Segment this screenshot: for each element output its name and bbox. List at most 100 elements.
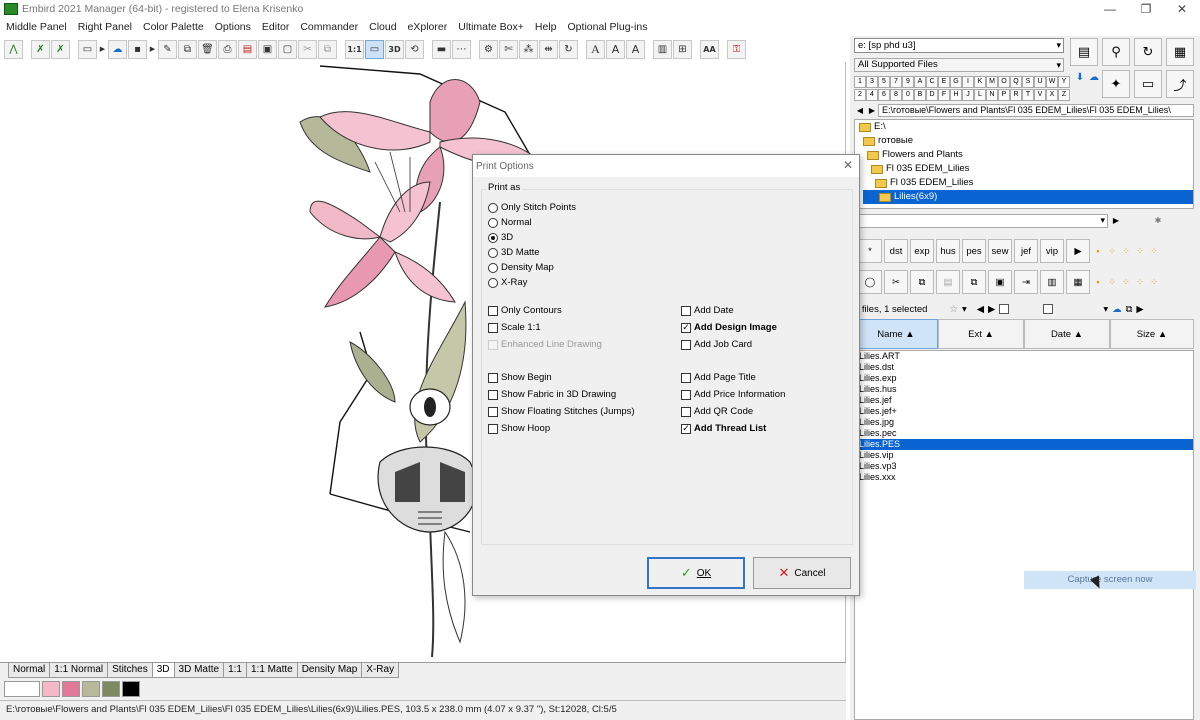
radio-x-ray[interactable]: X-Ray [488,277,527,288]
quick-filter-button[interactable]: 2 [854,89,866,101]
grid-dots-icon[interactable]: ⁘ [1148,239,1160,263]
column-ext[interactable]: Ext ▲ [938,319,1024,349]
tree-item[interactable]: E:\ [859,120,886,134]
font-a-alt-icon[interactable]: A [606,39,625,59]
refresh-icon[interactable]: ↻ [559,39,578,59]
check-show-floating-stitches[interactable]: Show Floating Stitches (Jumps) [488,406,635,417]
color-swatch[interactable] [82,681,100,697]
link-icon[interactable]: ⧉ [1126,304,1133,315]
open-folder-icon[interactable]: ▭ [78,39,97,59]
grid-dots-icon[interactable]: ⁘ [1106,239,1118,263]
filter-checkbox[interactable] [999,304,1010,314]
duplicate-icon[interactable]: ⧉ [318,39,337,59]
database-icon[interactable]: ▦ [1066,270,1090,294]
quick-filter-button[interactable]: B [914,89,926,101]
menu-editor[interactable]: Editor [262,21,289,33]
file-row[interactable]: Lilies.jef+ [855,406,1193,417]
cut-icon[interactable]: ✂ [884,270,908,294]
file-row[interactable]: Lilies.ART [855,351,1193,362]
check-show-fabric[interactable]: Show Fabric in 3D Drawing [488,389,616,400]
column-size[interactable]: Size ▲ [1110,319,1194,349]
menu-options[interactable]: Options [215,21,251,33]
grid-dots-icon[interactable]: ⁘ [1106,270,1118,294]
ext-exp-button[interactable]: exp [910,239,934,263]
quick-filter-button[interactable]: Q [1010,76,1022,88]
file-filter-select[interactable]: All Supported Files [854,58,1064,72]
check-add-job-card[interactable]: Add Job Card [681,339,752,350]
tab-3d[interactable]: 3D [151,663,175,678]
grid-dots-icon[interactable]: ▪ [1092,239,1104,263]
nav-right-icon[interactable]: ▶ [988,304,995,315]
radio-3d[interactable]: 3D [488,232,513,243]
quick-filter-button[interactable]: N [986,89,998,101]
grid-dots-icon[interactable]: ⁘ [1134,239,1146,263]
key-icon[interactable]: ⚿ [727,39,746,59]
color-swatch[interactable] [62,681,80,697]
split-icon[interactable]: ⇹ [539,39,558,59]
grid-dots-icon[interactable]: ▪ [1092,270,1104,294]
pdf-icon[interactable]: ▤ [238,39,257,59]
radio-circle[interactable] [488,217,498,228]
quick-filter-button[interactable]: H [950,89,962,101]
checkbox[interactable] [681,406,691,417]
checkbox[interactable] [681,339,691,350]
path-forward-icon[interactable]: ▶ [866,104,878,117]
ext-dst-button[interactable]: dst [884,239,908,263]
save-icon[interactable]: ▣ [988,270,1012,294]
color-swatch[interactable] [4,681,40,697]
paste-icon[interactable]: ▤ [936,270,960,294]
quick-filter-button[interactable]: V [1034,89,1046,101]
file-info-icon[interactable]: ▤ [1070,38,1098,66]
machine-icon[interactable]: ⚙ [479,39,498,59]
nav-left-icon[interactable]: ◀ [977,304,984,315]
file-row[interactable]: Lilies.vip [855,450,1193,461]
check-only-contours[interactable]: Only Contours [488,305,562,316]
cut-stitch-icon[interactable]: ✗ [31,39,50,59]
nav-right-icon[interactable]: ▶ [1136,304,1143,315]
tab-normal[interactable]: Normal [8,663,51,678]
file-row[interactable]: Lilies.dst [855,362,1193,373]
needle-icon[interactable]: ⁂ [519,39,538,59]
color-swatch[interactable] [102,681,120,697]
file-row[interactable]: Lilies.hus [855,384,1193,395]
drive-select[interactable]: e: [sp phd u3] [854,38,1064,53]
grid-dots-icon[interactable]: ⁘ [1134,270,1146,294]
stitch-icon[interactable]: ⋀ [4,39,23,59]
path-back-icon[interactable]: ◀ [854,104,866,117]
view-3d-button[interactable]: 3D [385,39,404,59]
tree-icon[interactable]: ⊞ [673,39,692,59]
file-row-selected[interactable]: Lilies.PES [855,439,1193,450]
check-add-date[interactable]: Add Date [681,305,734,316]
quick-filter-button[interactable]: T [1022,89,1034,101]
ext-all-button[interactable]: * [858,239,882,263]
checkbox-checked[interactable] [681,423,691,434]
quick-filter-button[interactable]: 0 [902,89,914,101]
export-icon[interactable]: ⇥ [1014,270,1038,294]
quick-filter-button[interactable]: L [974,89,986,101]
ok-button[interactable]: ✓ OK [647,557,745,589]
rotate-icon[interactable]: ⟲ [405,39,424,59]
dropdown-arrow-icon[interactable]: ▶ [148,40,157,59]
quick-filter-button[interactable]: J [962,89,974,101]
quick-filter-button[interactable]: 1 [854,76,866,88]
tab-stitches[interactable]: Stitches [107,663,153,678]
cloud-icon[interactable]: ☁ [1086,70,1102,84]
checkbox[interactable] [488,322,498,333]
ext-sew-button[interactable]: sew [988,239,1012,263]
file-row[interactable]: Lilies.jpg [855,417,1193,428]
scale-1-1-button[interactable]: 1:1 [345,39,364,59]
copy-icon[interactable]: ⧉ [178,39,197,59]
cloud-icon[interactable]: ☁ [108,39,127,59]
checkbox[interactable] [681,305,691,316]
radio-only-stitch-points[interactable]: Only Stitch Points [488,202,576,213]
quick-filter-button[interactable]: W [1046,76,1058,88]
print-icon[interactable]: ⎙ [218,39,237,59]
ext-pes-button[interactable]: pes [962,239,986,263]
quick-filter-button[interactable]: O [998,76,1010,88]
select-icon[interactable]: ◯ [858,270,882,294]
menu-optional-plugins[interactable]: Optional Plug-ins [568,21,648,33]
tab-1-1-matte[interactable]: 1:1 Matte [246,663,298,678]
path-text[interactable]: E:\готовые\Flowers and Plants\Fl 035 EDE… [878,103,1194,117]
radio-density-map[interactable]: Density Map [488,262,554,273]
checkbox[interactable] [488,389,498,400]
